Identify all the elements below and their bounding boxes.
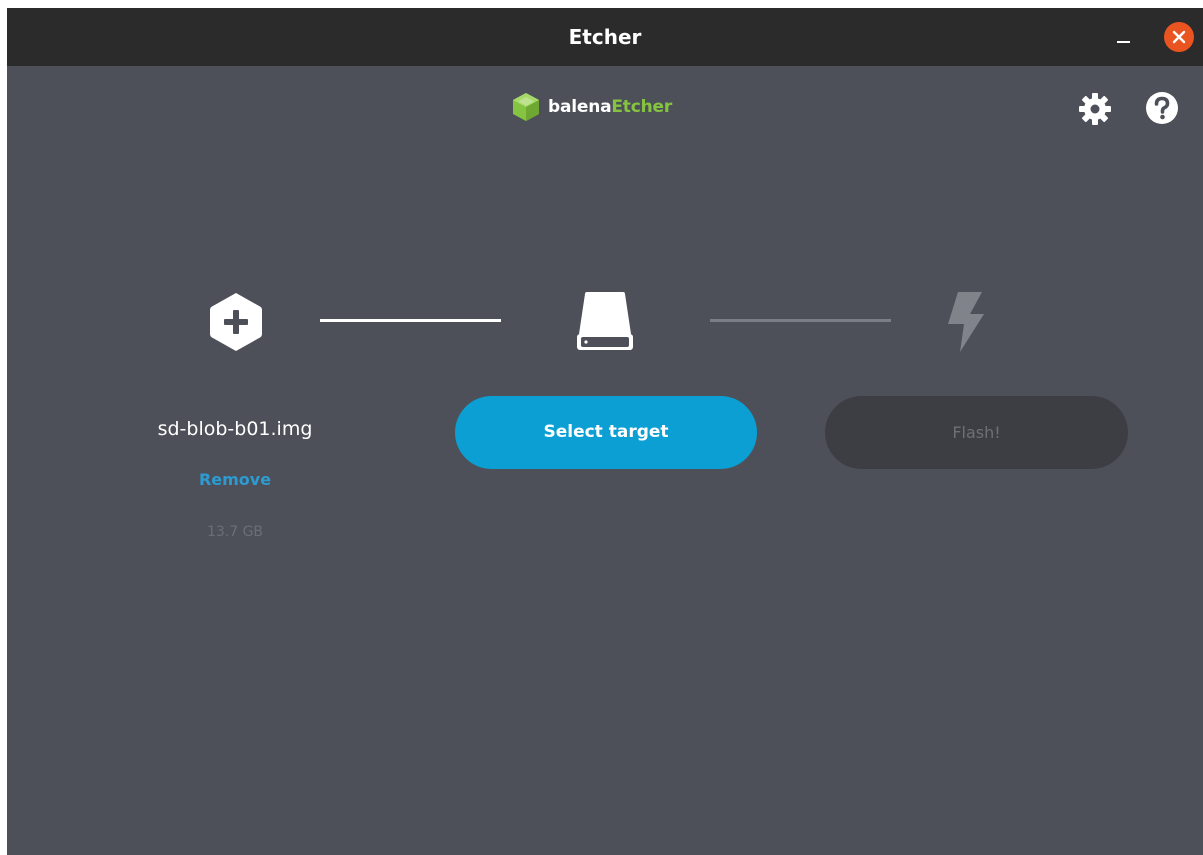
flash-step: [944, 290, 986, 358]
flash-button[interactable]: Flash!: [825, 396, 1128, 469]
selected-image-name: sd-blob-b01.img: [157, 418, 313, 440]
window-title: Etcher: [568, 25, 642, 49]
title-bar: Etcher: [7, 8, 1203, 66]
help-button[interactable]: [1144, 90, 1180, 130]
cube-logo-icon: [513, 93, 539, 121]
close-button[interactable]: [1164, 22, 1194, 52]
image-size: 13.7 GB: [206, 524, 264, 540]
lightning-bolt-icon: [948, 292, 984, 352]
drive-icon: [577, 292, 633, 350]
minimize-button[interactable]: [1109, 24, 1137, 52]
progress-line-completed: [320, 319, 501, 322]
select-target-step[interactable]: [573, 290, 637, 358]
close-icon: [1172, 30, 1186, 44]
progress-line-pending: [710, 319, 891, 322]
logo-wordmark: balenaEtcher: [548, 97, 672, 117]
remove-image-link[interactable]: Remove: [185, 470, 285, 489]
question-mark-icon: [1146, 92, 1178, 124]
etcher-window: Etcher balenaEtcher sd-blob-b01.img Remo…: [7, 8, 1203, 855]
plus-hexagon-icon: [210, 293, 262, 351]
gear-icon: [1079, 93, 1111, 125]
settings-button[interactable]: [1077, 91, 1113, 131]
balena-etcher-logo: balenaEtcher: [512, 90, 672, 124]
select-image-step[interactable]: [207, 291, 265, 357]
logo-prefix: balena: [548, 97, 612, 117]
select-target-button[interactable]: Select target: [455, 396, 757, 469]
logo-suffix: Etcher: [611, 97, 673, 117]
